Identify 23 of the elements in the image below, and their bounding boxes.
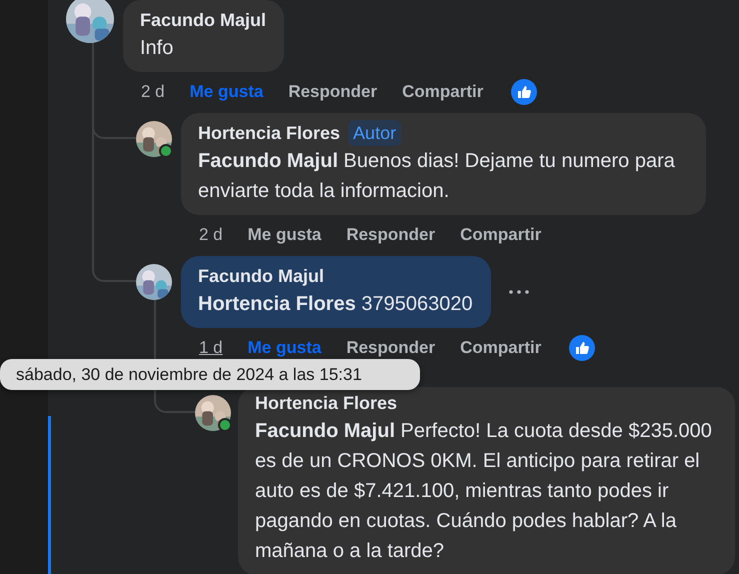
timestamp-link[interactable]: 2 d [141,82,165,102]
more-options-icon[interactable] [508,290,529,294]
share-link[interactable]: Compartir [460,225,542,245]
author-name[interactable]: Facundo Majul [198,263,324,289]
share-link[interactable]: Compartir [402,82,484,102]
timestamp-link[interactable]: 1 d [199,338,223,358]
timestamp-link[interactable]: 2 d [199,225,223,245]
reply-link[interactable]: Responder [346,225,436,245]
like-link[interactable]: Me gusta [248,225,322,245]
author-name[interactable]: Hortencia Flores [198,120,340,146]
comment-text: Facundo Majul Buenos dias! Dejame tu numero para enviarte toda la informacion. [198,149,676,204]
author-name[interactable]: Hortencia Flores [255,390,398,416]
reply-link[interactable]: Responder [288,82,378,102]
comment-text: Hortencia Flores 3795063020 [198,292,473,317]
thumbs-up-icon[interactable] [511,79,538,105]
share-link[interactable]: Compartir [460,338,542,358]
thumbs-up-icon[interactable] [569,335,596,361]
comment-text: Facundo Majul Perfecto! La cuota desde $235.000 es de un CRONOS 0KM. El anticipo para retirar el auto es de $7.421.100, mientras tanto podes ir pagando en cuotas. Cuándo podes hablar? A la mañana o a la tarde? [255,419,713,564]
date-tooltip: sábado, 30 de noviembre de 2024 a las 15:31 [0,359,420,390]
comment-text: Info [140,36,174,61]
reply-link[interactable]: Responder [346,338,436,358]
author-badge: Autor [348,120,402,146]
author-name[interactable]: Facundo Majul [140,7,266,33]
